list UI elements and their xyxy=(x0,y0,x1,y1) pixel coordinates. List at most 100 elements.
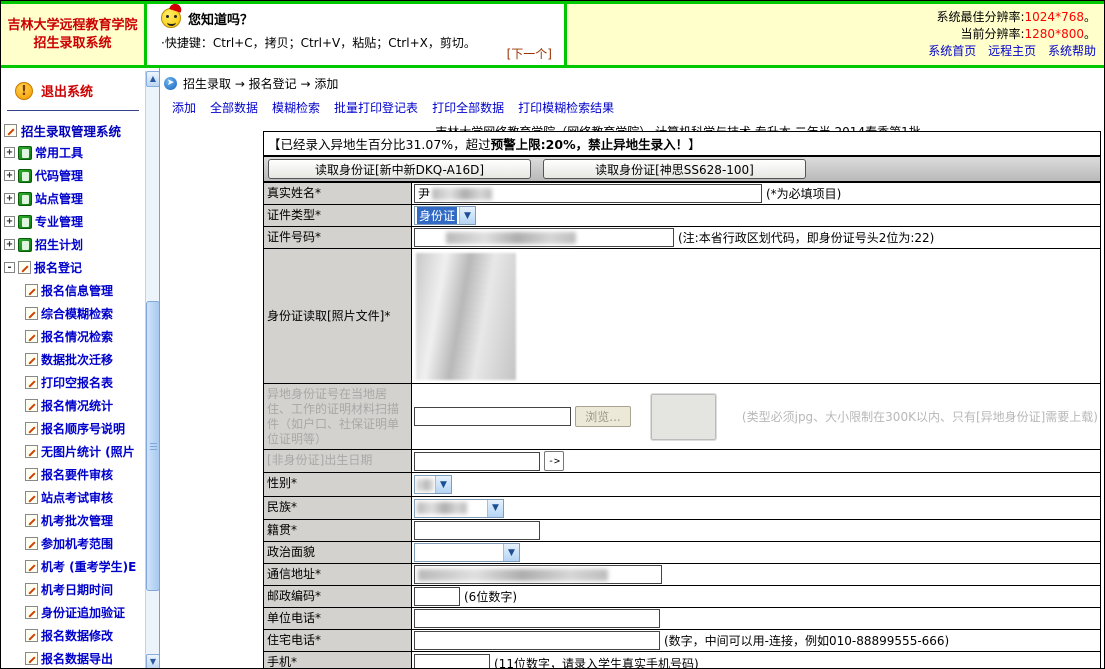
sidebar-item-code-mgmt[interactable]: + 代码管理 xyxy=(1,164,145,187)
sidebar-item-reg-docs-review[interactable]: 报名要件审核 xyxy=(1,463,145,486)
toolbar-batch-print[interactable]: 批量打印登记表 xyxy=(334,99,418,116)
current-resolution-suffix: 。 xyxy=(1084,27,1096,41)
field-label: 证件号码* xyxy=(264,227,412,248)
form-row-native-place: 籍贯* xyxy=(264,520,1100,542)
sidebar-item-reg-statistics[interactable]: 报名情况统计 xyxy=(1,394,145,417)
book-icon xyxy=(18,192,32,206)
exit-system[interactable]: ! 退出系统 xyxy=(1,71,145,108)
scrollbar-thumb[interactable] xyxy=(146,301,160,591)
sidebar-item-no-photo-stats[interactable]: 无图片统计 (照片 xyxy=(1,440,145,463)
toolbar-fuzzy-search[interactable]: 模糊检索 xyxy=(272,99,320,116)
sidebar-item-registration[interactable]: - 报名登记 xyxy=(1,256,145,279)
chevron-down-icon[interactable]: ▼ xyxy=(435,476,451,493)
expand-plus-icon[interactable]: + xyxy=(4,170,15,181)
sidebar-item-site-mgmt[interactable]: + 站点管理 xyxy=(1,187,145,210)
chevron-down-icon[interactable]: ▼ xyxy=(487,500,503,517)
edit-icon xyxy=(25,468,38,481)
sidebar-item-enroll-plan[interactable]: + 招生计划 xyxy=(1,233,145,256)
id-type-select[interactable]: 身份证 ▼ xyxy=(414,206,476,225)
edit-icon xyxy=(4,124,17,137)
header-links: 系统首页 远程主页 系统帮助 xyxy=(567,43,1096,60)
mobile-note: (11位数字，请录入学生真实手机号码) xyxy=(494,655,699,669)
real-name-input[interactable]: 尹 xyxy=(414,184,762,203)
read-id-xinzhongxin-button[interactable]: 读取身份证[新中新DKQ-A16D] xyxy=(268,159,531,179)
sidebar-item-site-exam-review[interactable]: 站点考试审核 xyxy=(1,486,145,509)
form-row-political-status: 政治面貌 ▼ xyxy=(264,542,1100,564)
book-icon xyxy=(18,238,32,252)
birth-date-input[interactable] xyxy=(414,452,540,471)
link-remote-home[interactable]: 远程主页 xyxy=(988,44,1036,58)
toolbar-print-all[interactable]: 打印全部数据 xyxy=(432,99,504,116)
sidebar-item-id-extra-verify[interactable]: 身份证追加验证 xyxy=(1,601,145,624)
sidebar-item-pc-exam-batch[interactable]: 机考批次管理 xyxy=(1,509,145,532)
date-picker-button[interactable]: -> xyxy=(544,451,564,471)
sidebar-item-seq-number-desc[interactable]: 报名顺序号说明 xyxy=(1,417,145,440)
app-window: 吉林大学远程教育学院 招生录取系统 您知道吗？ ·快捷键：Ctrl+C，拷贝；C… xyxy=(0,0,1105,669)
toolbar-all-data[interactable]: 全部数据 xyxy=(210,99,258,116)
breadcrumb-text: 招生录取 → 报名登记 → 添加 xyxy=(183,75,338,92)
gender-select[interactable]: ▼ xyxy=(414,475,452,494)
expand-plus-icon[interactable]: + xyxy=(4,239,15,250)
sidebar-item-pc-exam-retake[interactable]: 机考 (重考学生)E xyxy=(1,555,145,578)
chevron-down-icon[interactable]: ▼ xyxy=(503,544,519,561)
sidebar-item-reg-status-search[interactable]: 报名情况检索 xyxy=(1,325,145,348)
work-phone-input[interactable] xyxy=(414,609,660,628)
tip-next-link[interactable]: [下一个] xyxy=(507,45,552,62)
sidebar-item-batch-migration[interactable]: 数据批次迁移 xyxy=(1,348,145,371)
id-photo xyxy=(416,253,516,380)
ethnicity-select[interactable]: ▼ xyxy=(414,499,504,518)
home-phone-input[interactable] xyxy=(414,631,660,650)
expand-plus-icon[interactable]: + xyxy=(4,193,15,204)
sidebar-item-major-mgmt[interactable]: + 专业管理 xyxy=(1,210,145,233)
sidebar-item-fuzzy-search[interactable]: 综合模糊检索 xyxy=(1,302,145,325)
registration-form: 【已经录入异地生百分比31.07%，超过预警上限:20%，禁止异地生录入！】 读… xyxy=(263,131,1101,669)
sidebar-item-reg-data-export[interactable]: 报名数据导出 xyxy=(1,647,145,669)
read-id-shensi-button[interactable]: 读取身份证[神思SS628-100] xyxy=(543,159,806,179)
action-toolbar: 添加 全部数据 模糊检索 批量打印登记表 打印全部数据 打印模糊检索结果 xyxy=(160,94,1105,120)
edit-icon xyxy=(25,514,38,527)
scroll-down-icon[interactable]: ▼ xyxy=(146,654,160,669)
quota-warning: 【已经录入异地生百分比31.07%，超过预警上限:20%，禁止异地生录入！】 xyxy=(264,132,1100,157)
native-place-input[interactable] xyxy=(414,521,540,540)
mobile-input[interactable] xyxy=(414,654,490,669)
sidebar-item-common-tools[interactable]: + 常用工具 xyxy=(1,141,145,164)
political-status-select[interactable]: ▼ xyxy=(414,543,520,562)
best-resolution-label: 系统最佳分辨率: xyxy=(936,10,1024,24)
sidebar-item-pc-exam-date[interactable]: 机考日期时间 xyxy=(1,578,145,601)
form-row-id-number: 证件号码* (注:本省行政区划代码，即身份证号头2位为:22) xyxy=(264,227,1100,249)
upload-note: (类型必须jpg、大小限制在300K以内、只有[异地身份证]需要上载) xyxy=(742,408,1098,425)
sidebar-item-pc-exam-scope[interactable]: 参加机考范围 xyxy=(1,532,145,555)
postal-code-input[interactable] xyxy=(414,587,460,606)
field-label: 证件类型* xyxy=(264,205,412,226)
best-resolution-value: 1024*768 xyxy=(1025,10,1084,24)
id-number-input[interactable] xyxy=(414,228,674,247)
field-label: 单位电话* xyxy=(264,608,412,629)
best-resolution: 系统最佳分辨率:1024*768。 xyxy=(567,9,1096,26)
expand-plus-icon[interactable]: + xyxy=(4,147,15,158)
required-note: (*为必填项目) xyxy=(766,185,841,202)
expand-plus-icon[interactable]: + xyxy=(4,216,15,227)
toolbar-add[interactable]: 添加 xyxy=(172,99,196,116)
tip-panel: 您知道吗？ ·快捷键：Ctrl+C，拷贝；Ctrl+V，粘贴；Ctrl+X，剪切… xyxy=(147,4,567,65)
breadcrumb[interactable]: ➤ 招生录取 → 报名登记 → 添加 xyxy=(160,71,1105,94)
link-system-home[interactable]: 系统首页 xyxy=(928,44,976,58)
proof-file-input[interactable] xyxy=(414,407,571,426)
sidebar-scrollbar[interactable]: ▲ ▼ xyxy=(145,71,159,669)
browse-button[interactable]: 浏览... xyxy=(575,406,632,427)
edit-icon xyxy=(25,629,38,642)
collapse-minus-icon[interactable]: - xyxy=(4,262,15,273)
scroll-up-icon[interactable]: ▲ xyxy=(146,71,160,87)
book-icon xyxy=(18,146,32,160)
sidebar-root-node[interactable]: 招生录取管理系统 xyxy=(1,119,145,141)
sidebar-item-reg-data-modify[interactable]: 报名数据修改 xyxy=(1,624,145,647)
link-system-help[interactable]: 系统帮助 xyxy=(1048,44,1096,58)
form-row-postal-code: 邮政编码* (6位数字) xyxy=(264,586,1100,608)
mailing-address-input[interactable] xyxy=(414,565,662,584)
form-row-gender: 性别* ▼ xyxy=(264,473,1100,497)
edit-icon xyxy=(25,583,38,596)
edit-icon xyxy=(25,422,38,435)
sidebar-item-print-blank-form[interactable]: 打印空报名表 xyxy=(1,371,145,394)
sidebar-item-reg-info-mgmt[interactable]: 报名信息管理 xyxy=(1,279,145,302)
toolbar-print-fuzzy-results[interactable]: 打印模糊检索结果 xyxy=(518,99,614,116)
chevron-down-icon[interactable]: ▼ xyxy=(459,207,475,224)
